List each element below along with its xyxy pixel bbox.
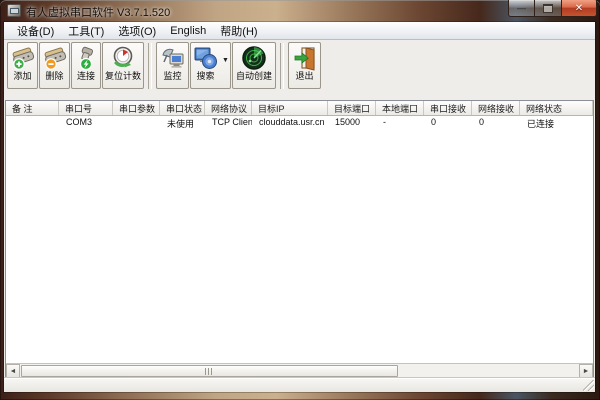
cell-com-params xyxy=(113,116,160,130)
search-button[interactable]: 搜索 xyxy=(190,42,220,89)
window-title: 有人虚拟串口软件 V3.7.1.520 xyxy=(26,4,170,20)
cell-com-received: 0 xyxy=(424,116,472,130)
reset-count-button[interactable]: 复位计数 xyxy=(102,42,144,89)
search-button-label: 搜索 xyxy=(196,71,214,81)
menubar: 设备(D) 工具(T) 选项(O) English 帮助(H) xyxy=(4,22,595,40)
menu-options[interactable]: 选项(O) xyxy=(111,22,163,40)
auto-create-button[interactable]: 自动创建 xyxy=(232,42,276,89)
app-window: 有人虚拟串口软件 V3.7.1.520 — ✕ 设备(D) 工具(T) 选项(O… xyxy=(0,0,600,400)
serial-add-icon xyxy=(9,44,36,71)
search-icon xyxy=(192,44,219,71)
cell-remark xyxy=(6,116,59,130)
toolbar-separator xyxy=(280,43,284,89)
window-controls: — ✕ xyxy=(508,0,597,17)
col-header-remark[interactable]: 备 注 xyxy=(6,101,59,115)
scroll-left-arrow[interactable]: ◄ xyxy=(6,364,20,378)
menu-help[interactable]: 帮助(H) xyxy=(213,22,264,40)
scrollbar-grip-icon xyxy=(205,368,213,375)
toolbar: 添加 删除 xyxy=(4,40,595,100)
connect-button-label: 连接 xyxy=(77,71,95,81)
cell-com-status: 未使用 xyxy=(160,116,205,130)
cell-target-ip: clouddata.usr.cn xyxy=(252,116,328,130)
exit-button-label: 退出 xyxy=(295,71,313,81)
col-header-target-port[interactable]: 目标端口 xyxy=(328,101,376,115)
auto-create-button-label: 自动创建 xyxy=(236,71,272,81)
scrollbar-thumb[interactable] xyxy=(21,365,398,377)
search-dropdown-button[interactable]: ▼ xyxy=(220,42,231,89)
scrollbar-track[interactable] xyxy=(20,364,579,378)
cell-net-status: 已连接 xyxy=(520,116,593,130)
col-header-com-received[interactable]: 串口接收 xyxy=(424,101,472,115)
cell-protocol: TCP Client xyxy=(205,116,252,130)
maximize-icon xyxy=(543,4,553,13)
horizontal-scrollbar: ◄ ► xyxy=(6,363,593,378)
serial-delete-icon xyxy=(41,44,68,71)
monitor-button[interactable]: 监控 xyxy=(156,42,189,89)
exit-icon xyxy=(291,44,318,71)
connect-button[interactable]: 连接 xyxy=(71,42,101,89)
listview-header: 备 注 串口号 串口参数 串口状态 网络协议 目标IP 目标端口 本地端口 串口… xyxy=(6,101,593,116)
serial-connect-icon xyxy=(73,44,100,71)
monitor-button-label: 监控 xyxy=(163,71,181,81)
table-row[interactable]: COM3 未使用 TCP Client clouddata.usr.cn 150… xyxy=(6,116,593,130)
col-header-com-port[interactable]: 串口号 xyxy=(59,101,113,115)
auto-create-icon xyxy=(241,44,268,71)
cell-net-received: 0 xyxy=(472,116,520,130)
close-button[interactable]: ✕ xyxy=(561,0,597,17)
exit-button[interactable]: 退出 xyxy=(288,42,321,89)
col-header-com-status[interactable]: 串口状态 xyxy=(160,101,205,115)
monitor-icon xyxy=(159,44,186,71)
app-icon xyxy=(7,4,21,17)
client-area: 设备(D) 工具(T) 选项(O) English 帮助(H) xyxy=(4,22,595,392)
chevron-down-icon: ▼ xyxy=(222,57,229,64)
add-button[interactable]: 添加 xyxy=(7,42,38,89)
col-header-net-received[interactable]: 网络接收 xyxy=(472,101,520,115)
cell-com-port: COM3 xyxy=(59,116,113,130)
delete-button[interactable]: 删除 xyxy=(39,42,70,89)
minimize-button[interactable]: — xyxy=(508,0,535,17)
menu-device[interactable]: 设备(D) xyxy=(10,22,61,40)
search-split-button: 搜索 ▼ xyxy=(190,42,232,89)
col-header-com-params[interactable]: 串口参数 xyxy=(113,101,160,115)
reset-count-button-label: 复位计数 xyxy=(105,71,141,81)
add-button-label: 添加 xyxy=(13,71,31,81)
resize-grip[interactable] xyxy=(583,380,594,391)
reset-counter-icon xyxy=(110,44,137,71)
col-header-net-status[interactable]: 网络状态 xyxy=(520,101,593,115)
cell-local-port: - xyxy=(376,116,424,130)
titlebar[interactable]: 有人虚拟串口软件 V3.7.1.520 — ✕ xyxy=(0,0,600,22)
listview-empty-area[interactable] xyxy=(6,130,593,363)
cell-target-port: 15000 xyxy=(328,116,376,130)
col-header-local-port[interactable]: 本地端口 xyxy=(376,101,424,115)
delete-button-label: 删除 xyxy=(45,71,63,81)
col-header-target-ip[interactable]: 目标IP xyxy=(252,101,328,115)
statusbar xyxy=(4,378,595,392)
toolbar-separator xyxy=(148,43,152,89)
port-listview: 备 注 串口号 串口参数 串口状态 网络协议 目标IP 目标端口 本地端口 串口… xyxy=(5,100,594,379)
menu-tools[interactable]: 工具(T) xyxy=(61,22,111,40)
scroll-right-arrow[interactable]: ► xyxy=(579,364,593,378)
desktop: 有人虚拟串口软件 V3.7.1.520 — ✕ 设备(D) 工具(T) 选项(O… xyxy=(0,0,600,400)
menu-english[interactable]: English xyxy=(163,24,213,38)
col-header-protocol[interactable]: 网络协议 xyxy=(205,101,252,115)
maximize-button[interactable] xyxy=(535,0,561,17)
